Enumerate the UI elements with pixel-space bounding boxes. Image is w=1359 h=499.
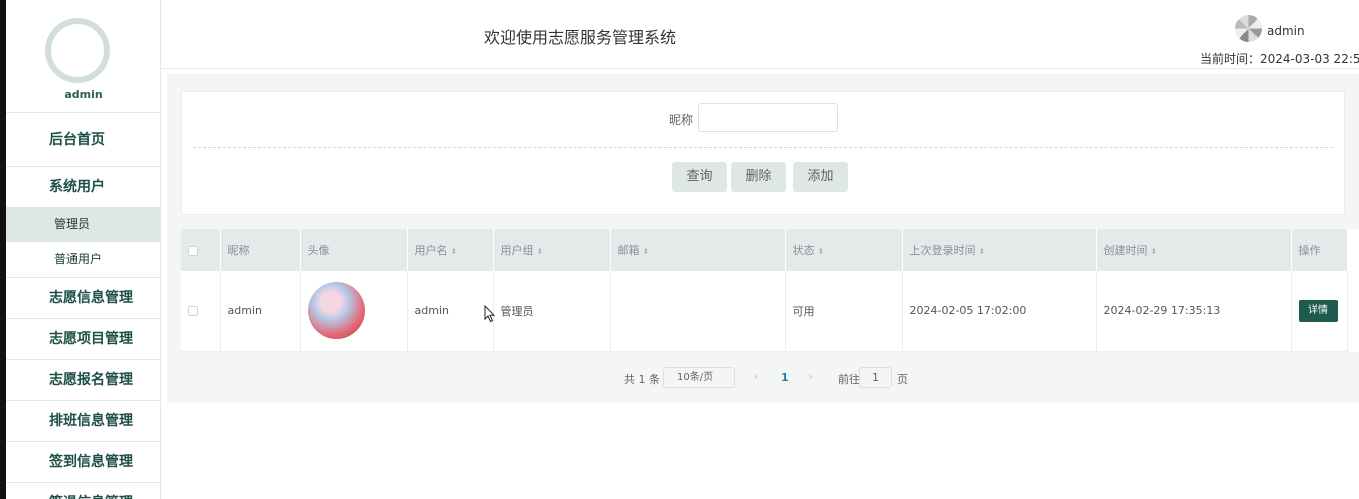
cell-group: 管理员 bbox=[493, 271, 611, 352]
sidebar-avatar bbox=[45, 18, 110, 83]
cell-status: 可用 bbox=[785, 271, 903, 352]
cell-username: admin bbox=[407, 271, 494, 352]
cell-created: 2024-02-29 17:35:13 bbox=[1096, 271, 1292, 352]
sort-icon[interactable]: ⬍ bbox=[818, 247, 825, 256]
search-divider bbox=[193, 147, 1333, 148]
column-header-group[interactable]: 用户组 ⬍ bbox=[493, 229, 611, 271]
add-button[interactable]: 添加 bbox=[793, 162, 848, 192]
sidebar-username: admin bbox=[64, 88, 103, 101]
current-time: 当前时间：2024-03-03 22:52:07 bbox=[1200, 52, 1359, 66]
user-table: 昵称 头像 用户名 ⬍ 用户组 ⬍ 邮箱 ⬍ 状态 ⬍ 上次登录时间 ⬍ 创建时间 ⬍ 操作… bbox=[181, 229, 1359, 352]
page-size-select[interactable]: 10条/页 bbox=[663, 367, 735, 388]
mouse-cursor-icon bbox=[484, 305, 496, 323]
cell-actions: 详情 bbox=[1291, 271, 1348, 352]
sidebar-item-volunteer-projects[interactable]: 志愿项目管理 bbox=[6, 318, 160, 359]
sort-icon[interactable]: ⬍ bbox=[979, 247, 986, 256]
cell-nickname: admin bbox=[220, 271, 301, 352]
sort-icon[interactable]: ⬍ bbox=[1151, 247, 1158, 256]
column-header-status[interactable]: 状态 ⬍ bbox=[785, 229, 903, 271]
search-panel: 昵称 查询 删除 添加 bbox=[181, 91, 1345, 215]
sidebar-item-volunteer-signup[interactable]: 志愿报名管理 bbox=[6, 359, 160, 400]
page-number-current[interactable]: 1 bbox=[781, 371, 789, 384]
sidebar-menu: 后台首页 系统用户 管理员 普通用户 志愿信息管理 志愿项目管理 志愿报名管理 … bbox=[6, 112, 160, 499]
cell-last-login: 2024-02-05 17:02:00 bbox=[902, 271, 1097, 352]
detail-button[interactable]: 详情 bbox=[1298, 299, 1338, 322]
delete-button[interactable]: 删除 bbox=[731, 162, 786, 192]
goto-page-input[interactable]: 1 bbox=[859, 367, 892, 388]
main-content: 昵称 查询 删除 添加 昵称 头像 用户名⬍ 用户组⬍ 邮箱⬍ 状态⬍ bbox=[167, 74, 1359, 403]
column-header-last-login[interactable]: 上次登录时间 ⬍ bbox=[902, 229, 1097, 271]
sidebar: admin 后台首页 系统用户 管理员 普通用户 志愿信息管理 志愿项目管理 志… bbox=[6, 0, 161, 499]
select-all-cell bbox=[181, 229, 221, 271]
column-header-username[interactable]: 用户名 ⬍ bbox=[407, 229, 494, 271]
pagination-total: 共 1 条 bbox=[624, 373, 660, 386]
column-header-avatar: 头像 bbox=[300, 229, 408, 271]
select-all-checkbox[interactable] bbox=[188, 245, 198, 256]
header-avatar[interactable] bbox=[1235, 15, 1262, 42]
table-row: admin admin 管理员 可用 2024-02-05 17:02:00 2… bbox=[181, 271, 1348, 352]
goto-unit: 页 bbox=[897, 373, 908, 386]
sidebar-item-home[interactable]: 后台首页 bbox=[6, 112, 160, 166]
row-checkbox[interactable] bbox=[188, 306, 198, 317]
sidebar-subitem-normal-users[interactable]: 普通用户 bbox=[6, 242, 160, 277]
page-title: 欢迎使用志愿服务管理系统 bbox=[484, 28, 677, 47]
user-avatar bbox=[307, 282, 365, 340]
row-select-cell bbox=[181, 271, 221, 352]
sidebar-item-checkout[interactable]: 签退信息管理 bbox=[6, 482, 160, 499]
top-header: 欢迎使用志愿服务管理系统 admin 当前时间：2024-03-03 22:52… bbox=[161, 0, 1359, 69]
sidebar-item-volunteer-info[interactable]: 志愿信息管理 bbox=[6, 277, 160, 318]
nickname-label: 昵称 bbox=[669, 113, 694, 127]
table-header-row: 昵称 头像 用户名 ⬍ 用户组 ⬍ 邮箱 ⬍ 状态 ⬍ 上次登录时间 ⬍ 创建时间 ⬍ 操作 bbox=[181, 229, 1348, 271]
column-header-created[interactable]: 创建时间 ⬍ bbox=[1096, 229, 1292, 271]
pagination: 共 1 条 10条/页 ‹ 1 › 前往 1 页 bbox=[167, 367, 1359, 389]
query-button[interactable]: 查询 bbox=[672, 162, 727, 192]
sidebar-item-schedule[interactable]: 排班信息管理 bbox=[6, 400, 160, 441]
goto-label: 前往 bbox=[838, 373, 860, 386]
sidebar-subitem-admins[interactable]: 管理员 bbox=[6, 207, 160, 242]
nickname-input[interactable] bbox=[698, 103, 838, 132]
sort-icon[interactable]: ⬍ bbox=[643, 247, 650, 256]
sidebar-item-system-users[interactable]: 系统用户 bbox=[6, 166, 160, 207]
sort-icon[interactable]: ⬍ bbox=[451, 247, 458, 256]
column-header-email[interactable]: 邮箱 ⬍ bbox=[610, 229, 786, 271]
cell-avatar bbox=[300, 271, 408, 352]
cell-email bbox=[610, 271, 786, 352]
header-username[interactable]: admin bbox=[1267, 24, 1305, 38]
column-header-actions: 操作 bbox=[1291, 229, 1348, 271]
next-page-icon[interactable]: › bbox=[808, 370, 812, 383]
sidebar-item-checkin[interactable]: 签到信息管理 bbox=[6, 441, 160, 482]
sort-icon[interactable]: ⬍ bbox=[537, 247, 544, 256]
prev-page-icon[interactable]: ‹ bbox=[754, 370, 758, 383]
column-header-nickname: 昵称 bbox=[220, 229, 301, 271]
